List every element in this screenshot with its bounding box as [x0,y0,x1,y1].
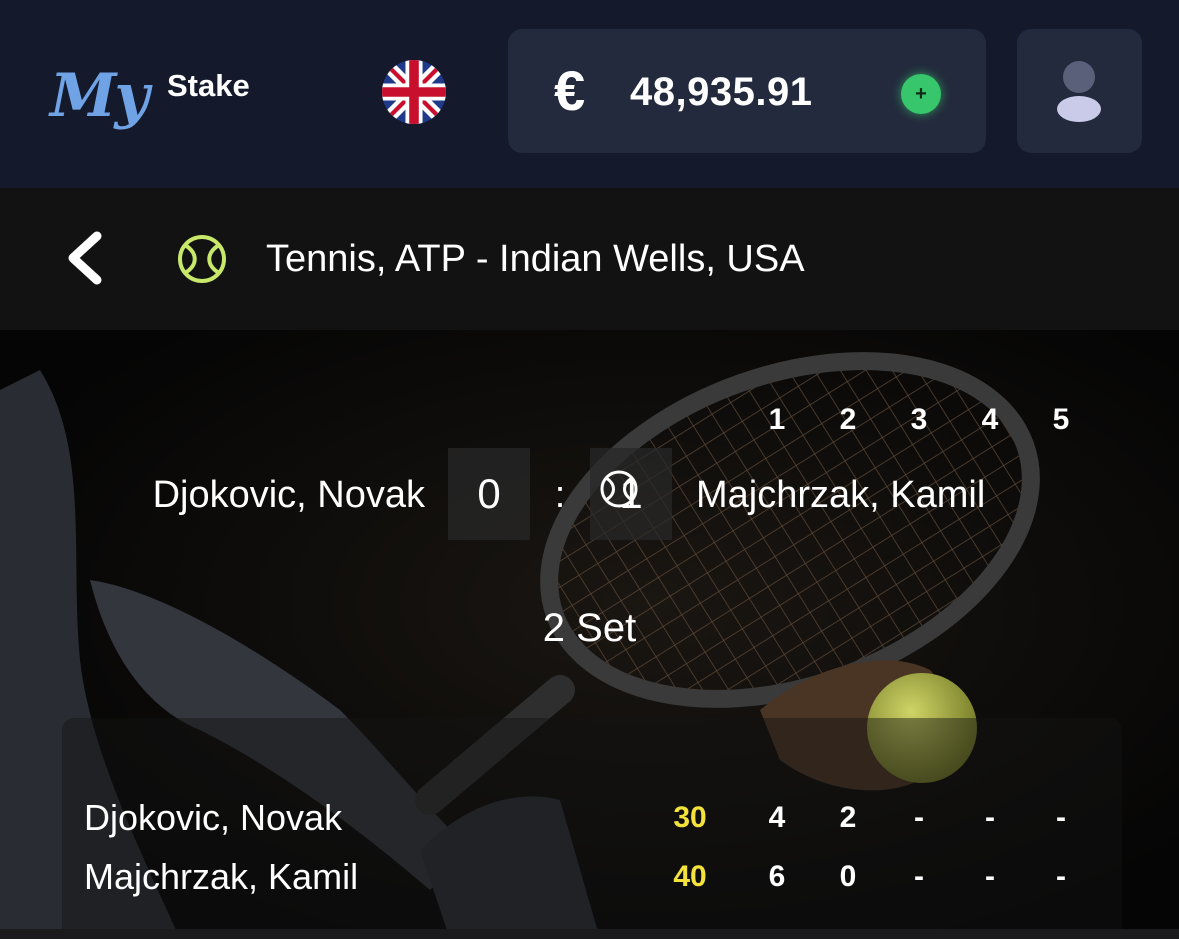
set-score: - [914,860,924,893]
serving-tennis-ball-icon [600,470,638,508]
logo-stake: Stake [167,68,250,103]
row-points: 40 [673,860,707,893]
tennis-ball-icon [176,233,228,285]
set-score: 2 [839,801,857,834]
set-header-3: 3 [910,403,928,436]
breadcrumb: Tennis, ATP - Indian Wells, USA [0,188,1179,330]
top-bar: My Stake € 48,935.91 + [0,0,1179,188]
breadcrumb-title: Tennis, ATP - Indian Wells, USA [266,238,805,280]
set-score: - [914,801,924,834]
player1-name: Djokovic, Novak [152,474,425,516]
profile-button[interactable] [1017,29,1142,153]
uk-flag-icon[interactable] [382,60,446,124]
set-header-4: 4 [981,403,999,436]
set-score: 4 [768,801,786,834]
row-player-name: Djokovic, Novak [84,797,343,838]
set-header-2: 2 [839,403,857,436]
score-separator: : [554,474,566,516]
back-button[interactable] [55,226,119,290]
current-set-label: 2 Set [542,606,637,650]
set-score: - [985,860,995,893]
row-points: 30 [673,801,707,834]
deposit-button[interactable]: + [901,74,941,114]
balance-amount: 48,935.91 [630,70,813,114]
chevron-left-icon [68,231,102,285]
set-header-1: 1 [768,403,786,436]
player2-name: Majchrzak, Kamil [696,474,986,516]
set-score: 0 [839,860,857,893]
row-player-name: Majchrzak, Kamil [84,856,359,897]
user-icon [1057,61,1101,122]
currency-symbol: € [554,59,586,122]
logo-my: My [50,61,149,131]
set-score: - [985,801,995,834]
set-header-5: 5 [1052,403,1070,436]
player1-score: 0 [448,448,530,540]
bottom-divider [0,929,1179,939]
mystake-logo[interactable]: My Stake [50,60,260,132]
set-score: - [1056,860,1066,893]
set-score: - [1056,801,1066,834]
balance-panel[interactable]: € 48,935.91 + [508,29,986,153]
set-score: 6 [768,860,786,893]
